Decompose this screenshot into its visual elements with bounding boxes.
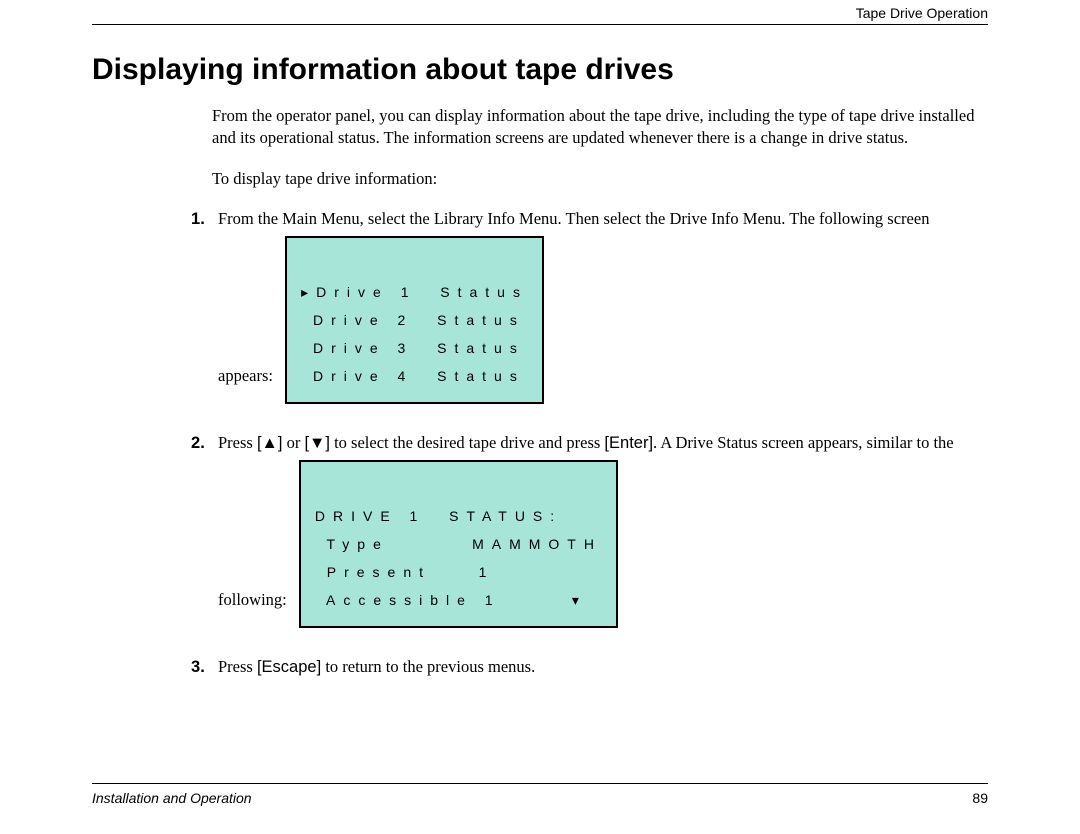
screen1-row1: ▸Drive 1 Status xyxy=(301,278,528,306)
screen-drive-status: DRIVE 1 STATUS: Type MAMMOTH Present 1 A… xyxy=(299,460,618,628)
screen2-row1: DRIVE 1 STATUS: xyxy=(315,502,602,530)
intro-paragraph: From the operator panel, you can display… xyxy=(212,105,988,150)
screen-drive-list: ▸Drive 1 Status Drive 2 Status Drive 3 S… xyxy=(285,236,544,404)
screen1-row3: Drive 3 Status xyxy=(301,334,528,362)
step-2-text-c: to select the desired tape drive and pre… xyxy=(330,433,604,452)
key-up: [▲] xyxy=(257,434,283,452)
screen2-row4: Accessible 1 ▾ xyxy=(315,586,602,614)
section-title: Displaying information about tape drives xyxy=(92,53,988,87)
step-2-text-b: or xyxy=(282,433,304,452)
step-2-text-a: Press xyxy=(218,433,257,452)
key-down: [▼] xyxy=(304,434,330,452)
page-number: 89 xyxy=(972,790,988,806)
step-1: From the Main Menu, select the Library I… xyxy=(214,208,988,418)
key-enter: [Enter] xyxy=(604,434,653,452)
key-escape: [Escape] xyxy=(257,658,321,676)
footer-book-title: Installation and Operation xyxy=(92,790,252,806)
screen1-row2: Drive 2 Status xyxy=(301,306,528,334)
lead-in: To display tape drive information: xyxy=(212,168,988,190)
step-3: Press [Escape] to return to the previous… xyxy=(214,656,988,678)
screen2-row2: Type MAMMOTH xyxy=(315,530,602,558)
step-3-text-a: Press xyxy=(218,657,257,676)
screen1-row4: Drive 4 Status xyxy=(301,362,528,390)
running-head: Tape Drive Operation xyxy=(856,5,988,21)
step-3-text-b: to return to the previous menus. xyxy=(321,657,535,676)
screen2-row3: Present 1 xyxy=(315,558,602,586)
step-2: Press [▲] or [▼] to select the desired t… xyxy=(214,432,988,642)
